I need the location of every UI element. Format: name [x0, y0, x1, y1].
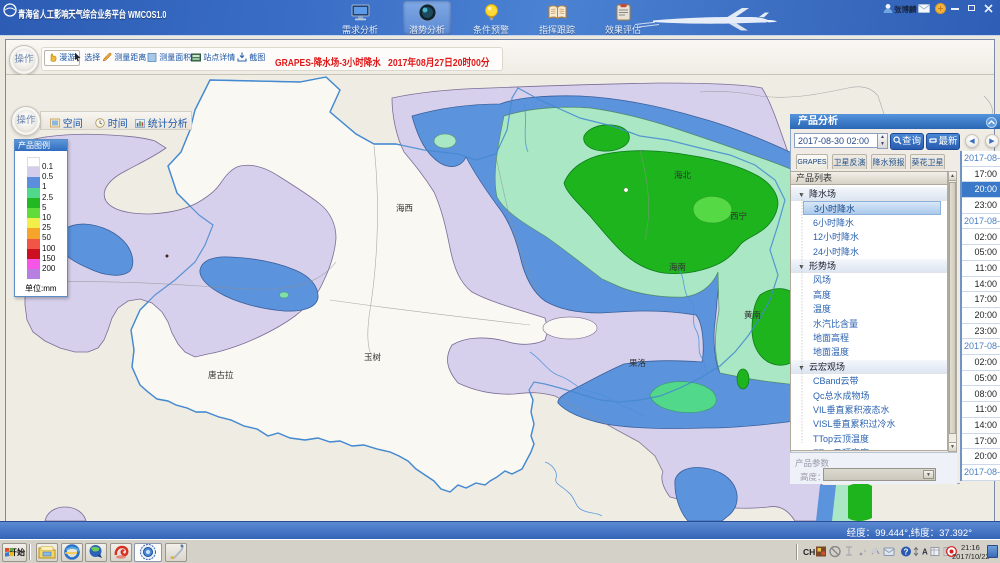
svg-text:唐古拉: 唐古拉 — [208, 370, 234, 380]
svg-text:?: ? — [904, 548, 909, 557]
svg-text:海南: 海南 — [669, 262, 686, 272]
svg-text:海西: 海西 — [396, 203, 413, 213]
svg-text:黄南: 黄南 — [744, 310, 761, 320]
svg-text:玉树: 玉树 — [364, 352, 382, 362]
svg-text:海北: 海北 — [674, 170, 692, 180]
svg-text:西宁: 西宁 — [730, 211, 747, 221]
svg-text:A: A — [922, 548, 928, 557]
svg-text:果洛: 果洛 — [629, 358, 647, 368]
